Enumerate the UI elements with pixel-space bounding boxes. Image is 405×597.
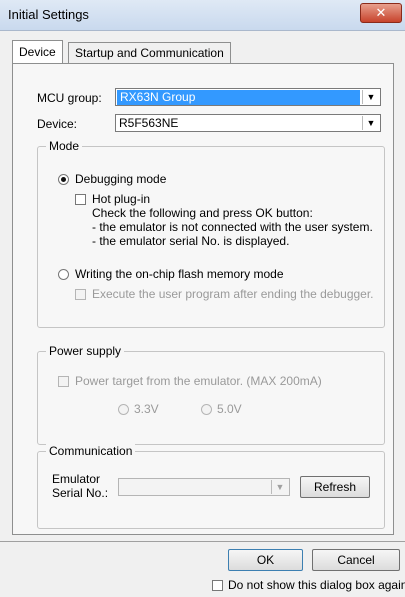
voltage-5v0-radio[interactable] bbox=[201, 404, 212, 415]
device-label: Device: bbox=[37, 117, 78, 131]
mode-group-title: Mode bbox=[46, 139, 83, 153]
footer-divider bbox=[0, 541, 405, 542]
voltage-3v3-label: 3.3V bbox=[134, 402, 159, 416]
chevron-down-icon[interactable]: ▼ bbox=[271, 480, 288, 494]
hot-plugin-desc-1: Check the following and press OK button: bbox=[92, 206, 313, 220]
execute-user-program-checkbox[interactable] bbox=[75, 289, 86, 300]
voltage-5v0-label: 5.0V bbox=[217, 402, 242, 416]
dont-show-again-label: Do not show this dialog box again bbox=[228, 578, 405, 592]
emulator-serial-select[interactable]: ▼ bbox=[118, 478, 290, 496]
execute-user-program-label: Execute the user program after ending th… bbox=[92, 287, 374, 301]
mode-group: Mode Debugging mode Hot plug-in Check th… bbox=[37, 139, 385, 328]
writing-flash-mode-label: Writing the on-chip flash memory mode bbox=[75, 267, 284, 281]
ok-button[interactable]: OK bbox=[228, 549, 303, 571]
tab-startup-communication[interactable]: Startup and Communication bbox=[68, 42, 231, 63]
hot-plugin-desc-2: - the emulator is not connected with the… bbox=[92, 220, 373, 234]
debugging-mode-radio[interactable] bbox=[58, 174, 69, 185]
device-tab-panel: MCU group: RX63N Group ▼ Device: R5F563N… bbox=[12, 63, 394, 535]
tab-strip: Device Startup and Communication bbox=[0, 40, 405, 64]
power-supply-group: Power supply Power target from the emula… bbox=[37, 344, 385, 445]
power-supply-group-title: Power supply bbox=[46, 344, 125, 358]
close-icon: ✕ bbox=[375, 5, 387, 20]
device-select[interactable]: R5F563NE ▼ bbox=[115, 114, 381, 132]
power-target-label: Power target from the emulator. (MAX 200… bbox=[75, 374, 322, 388]
window-title: Initial Settings bbox=[8, 7, 89, 22]
hot-plugin-desc-3: - the emulator serial No. is displayed. bbox=[92, 234, 290, 248]
communication-group: Communication Emulator Serial No.: ▼ Ref… bbox=[37, 444, 385, 529]
title-bar: Initial Settings ✕ bbox=[0, 0, 405, 31]
mcu-group-label: MCU group: bbox=[37, 91, 102, 105]
dont-show-again-checkbox[interactable] bbox=[212, 580, 223, 591]
tab-device[interactable]: Device bbox=[12, 40, 63, 63]
chevron-down-icon[interactable]: ▼ bbox=[362, 116, 379, 130]
emulator-serial-label-line1: Emulator bbox=[52, 472, 101, 486]
writing-flash-mode-radio[interactable] bbox=[58, 269, 69, 280]
debugging-mode-label: Debugging mode bbox=[75, 172, 167, 186]
power-target-checkbox[interactable] bbox=[58, 376, 69, 387]
hot-plugin-checkbox[interactable] bbox=[75, 194, 86, 205]
emulator-serial-label-line2: Serial No.: bbox=[52, 486, 109, 500]
initial-settings-dialog: Initial Settings ✕ Device Startup and Co… bbox=[0, 0, 405, 597]
refresh-button[interactable]: Refresh bbox=[300, 476, 370, 498]
device-value: R5F563NE bbox=[119, 116, 179, 130]
mcu-group-select[interactable]: RX63N Group ▼ bbox=[115, 88, 381, 106]
mcu-group-value: RX63N Group bbox=[117, 90, 360, 105]
voltage-3v3-radio[interactable] bbox=[118, 404, 129, 415]
chevron-down-icon[interactable]: ▼ bbox=[362, 90, 379, 104]
hot-plugin-label: Hot plug-in bbox=[92, 192, 151, 206]
communication-group-title: Communication bbox=[46, 444, 136, 458]
cancel-button[interactable]: Cancel bbox=[312, 549, 400, 571]
close-button[interactable]: ✕ bbox=[360, 3, 402, 23]
